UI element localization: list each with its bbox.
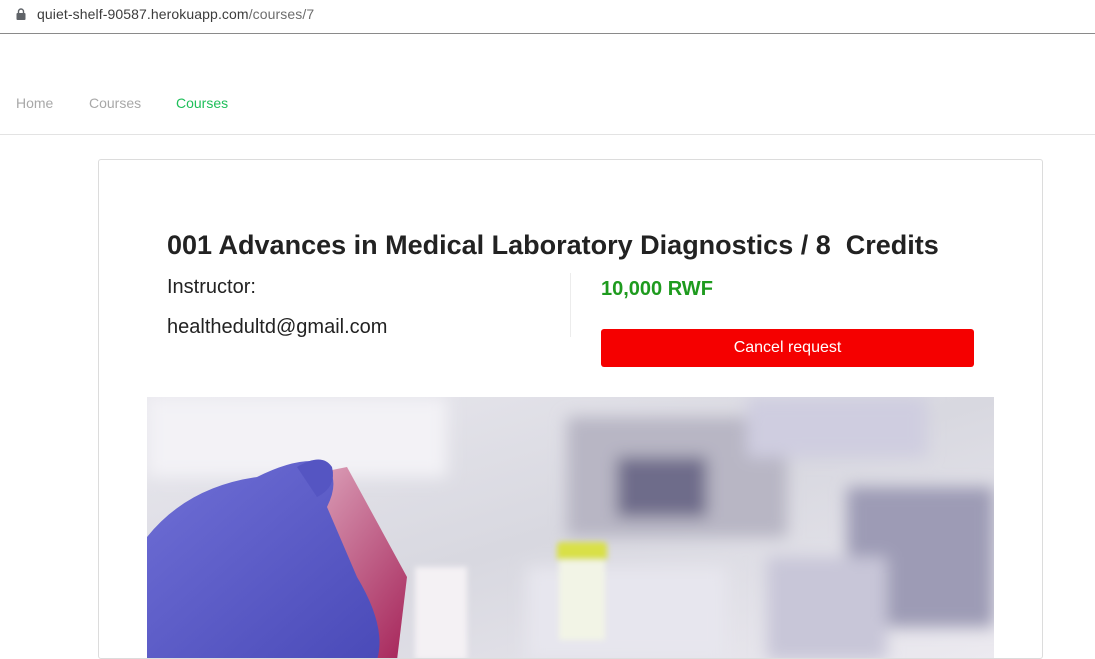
nav-courses-active-link[interactable]: Courses [176, 95, 228, 111]
url-text[interactable]: quiet-shelf-90587.herokuapp.com/courses/… [37, 6, 314, 22]
instructor-label: Instructor: [167, 276, 256, 298]
course-title: 001 Advances in Medical Laboratory Diagn… [167, 230, 939, 260]
url-path: /courses/7 [248, 6, 315, 22]
course-photo [147, 397, 994, 658]
course-card: 001 Advances in Medical Laboratory Diagn… [98, 159, 1043, 659]
cancel-request-button[interactable]: Cancel request [601, 329, 974, 367]
nav-courses-link[interactable]: Courses [89, 95, 141, 111]
nav-home-link[interactable]: Home [16, 95, 53, 111]
address-bar[interactable]: quiet-shelf-90587.herokuapp.com/courses/… [0, 0, 1095, 34]
instructor-email: healthedultd@gmail.com [167, 316, 388, 338]
column-divider [570, 273, 571, 337]
lock-icon [16, 8, 26, 20]
top-nav: Home Courses Courses [0, 34, 1095, 135]
course-price: 10,000 RWF [601, 278, 713, 300]
url-host: quiet-shelf-90587.herokuapp.com [37, 6, 249, 22]
